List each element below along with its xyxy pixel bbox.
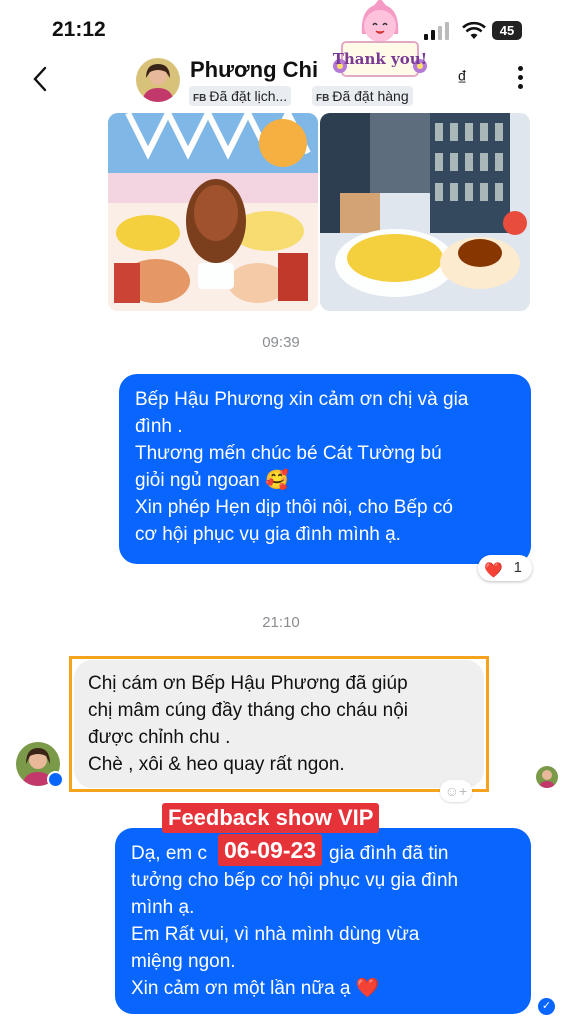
- thank-you-sticker: Thank you!: [330, 0, 430, 82]
- message-line: Em Rất vui, vì nhà mình dùng vừa: [131, 924, 420, 945]
- message-fragment: Dạ, em c: [131, 843, 208, 864]
- reaction-count: 1: [513, 559, 522, 576]
- chip-text: Đã đặt lịch...: [209, 88, 288, 104]
- message-line: mình ạ.: [131, 897, 195, 918]
- message-line: Xin cảm ơn một lần nữa ạ ❤️: [131, 978, 380, 999]
- battery-icon: 45: [492, 21, 522, 40]
- message-line: Dạ, em c gia đình đã tin: [131, 840, 517, 867]
- timestamp: 09:39: [262, 334, 300, 351]
- sticker-text: Thank you!: [332, 50, 428, 68]
- seen-avatar: [536, 766, 558, 788]
- more-options-icon[interactable]: [518, 66, 524, 90]
- message-line: Thương mến chúc bé Cát Tường bú: [135, 443, 442, 464]
- message-line: đình .: [135, 416, 183, 437]
- back-icon[interactable]: [30, 64, 50, 94]
- add-reaction-icon[interactable]: ☺+: [440, 780, 472, 802]
- chip-text: Đã đặt hàng: [332, 88, 409, 104]
- messenger-icon: [47, 771, 64, 788]
- currency-icon[interactable]: ₫: [457, 68, 467, 91]
- food-photo-1[interactable]: [108, 113, 318, 311]
- message-line: tưởng cho bếp cơ hội phục vụ gia đình: [131, 870, 459, 891]
- message-line: cơ hội phục vụ gia đình mình ạ.: [135, 524, 401, 545]
- status-time: 21:12: [52, 18, 106, 41]
- timestamp: 21:10: [262, 614, 300, 631]
- sent-check-icon: ✓: [538, 998, 555, 1015]
- message-line: Bếp Hậu Phương xin cảm ơn chị và gia: [135, 389, 469, 410]
- contact-avatar[interactable]: [136, 58, 180, 102]
- label-chip-scheduled[interactable]: FB Đã đặt lịch...: [189, 86, 292, 106]
- message-fragment: gia đình đã tin: [329, 843, 449, 864]
- outgoing-message-bubble[interactable]: Bếp Hậu Phương xin cảm ơn chị và gia đìn…: [119, 374, 531, 564]
- highlight-frame: [69, 656, 489, 792]
- feedback-date-overlay: 06-09-23: [218, 834, 323, 866]
- message-line: miệng ngon.: [131, 951, 236, 972]
- fb-label: FB: [316, 93, 330, 104]
- message-line: giỏi ngủ ngoan 🥰: [135, 470, 289, 491]
- reaction-badge[interactable]: ❤️ 1: [478, 555, 532, 581]
- message-line: Xin phép Hẹn dịp thôi nôi, cho Bếp có: [135, 497, 453, 518]
- feedback-title-overlay: Feedback show VIP: [162, 803, 380, 833]
- label-chip-ordered[interactable]: FB Đã đặt hàng: [312, 86, 413, 106]
- heart-icon: ❤️: [484, 562, 503, 579]
- fb-label: FB: [193, 93, 207, 104]
- contact-name[interactable]: Phương Chi: [190, 57, 318, 83]
- food-photo-2[interactable]: [320, 113, 530, 311]
- outgoing-message-bubble[interactable]: Dạ, em c gia đình đã tin tưởng cho bếp cơ…: [115, 828, 531, 1014]
- wifi-icon: [462, 21, 486, 39]
